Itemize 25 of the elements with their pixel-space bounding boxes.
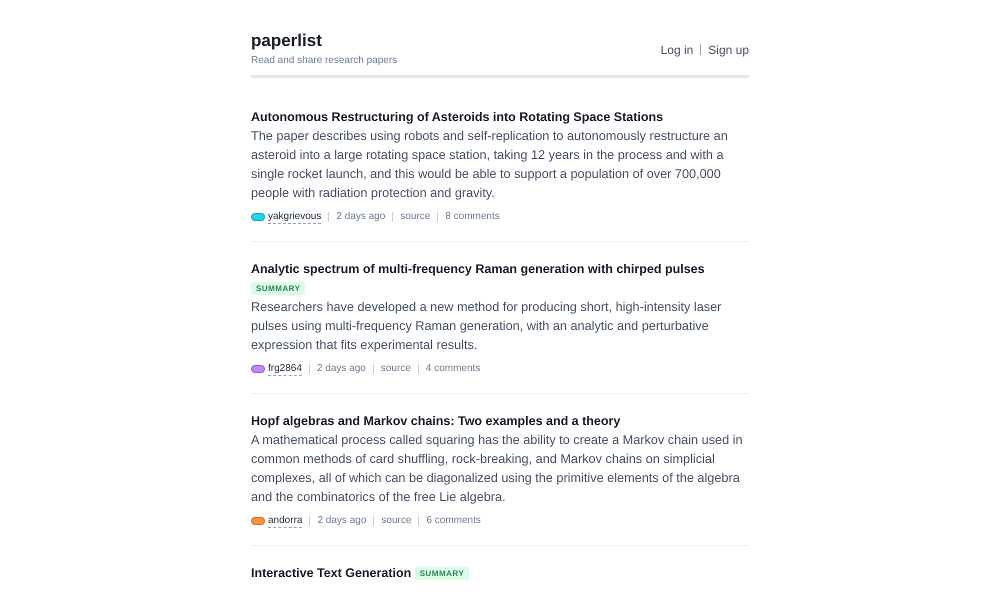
paper-title[interactable]: Autonomous Restructuring of Asteroids into Rotating Space Stations [251,110,664,124]
author-link[interactable]: yakgrievous [268,210,322,224]
comments-link[interactable]: 6 comments [426,513,481,529]
comments-link[interactable]: 8 comments [445,209,500,225]
paper-title[interactable]: Analytic spectrum of multi-frequency Raman generation with chirped pulses [251,262,705,276]
comments-link[interactable]: 4 comments [426,361,480,377]
source-link[interactable]: source [400,209,430,225]
source-link[interactable]: source [381,513,412,529]
source-link[interactable]: source [380,361,411,377]
post-age: 2 days ago [317,514,366,528]
paper-title[interactable]: Hopf algebras and Markov chains: Two examples and a theory [251,414,620,428]
post-age: 2 days ago [336,210,386,224]
paper-summary: Researchers have developed a new method for producing short, high-intensity laser pulses using multi-frequency Raman generation, with an analytic and perturbative expression that fits experimental results. [251,299,722,354]
author-link[interactable]: frg2864 [268,362,302,376]
paper-title[interactable]: Interactive Text Generation [251,566,412,580]
summary-tag: SUMMARY [414,567,470,580]
author-link[interactable]: andorra [268,514,302,528]
site-logo-title[interactable]: paperlist [251,31,322,51]
paper-summary: The paper describes using robots and self-replication to autonomously restructure an asteroid into a large rotating space station, taking 12 years in the process and with a single rocket launch, and this would be able to support a population of over 700,000 people with radiation protection and gravity. [251,128,729,202]
post-age: 2 days ago [316,362,366,376]
site-tagline: Read and share research papers [251,54,398,68]
auth-link[interactable]: Sign up [708,42,749,58]
paper-summary: A mathematical process called squaring has the ability to create a Markov chain used in common methods of card shuffling, rock-breaking, and Markov chains on simplicial complexes, all of which can be diagonalized using the primitive elements of the algebra and the combinatorics of the free Lie algebra. [251,432,744,506]
summary-tag: SUMMARY [251,282,306,295]
auth-link[interactable]: Log in [660,42,694,58]
